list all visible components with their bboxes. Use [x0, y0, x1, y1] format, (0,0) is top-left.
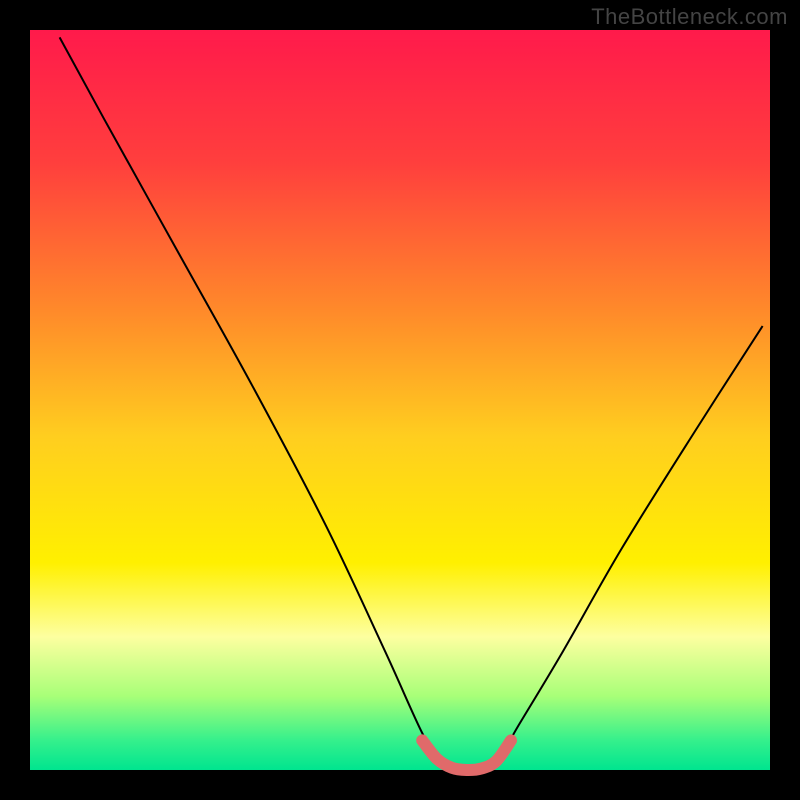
bottleneck-chart: [0, 0, 800, 800]
gradient-plot-area: [30, 30, 770, 770]
chart-container: TheBottleneck.com: [0, 0, 800, 800]
watermark-text: TheBottleneck.com: [591, 4, 788, 30]
